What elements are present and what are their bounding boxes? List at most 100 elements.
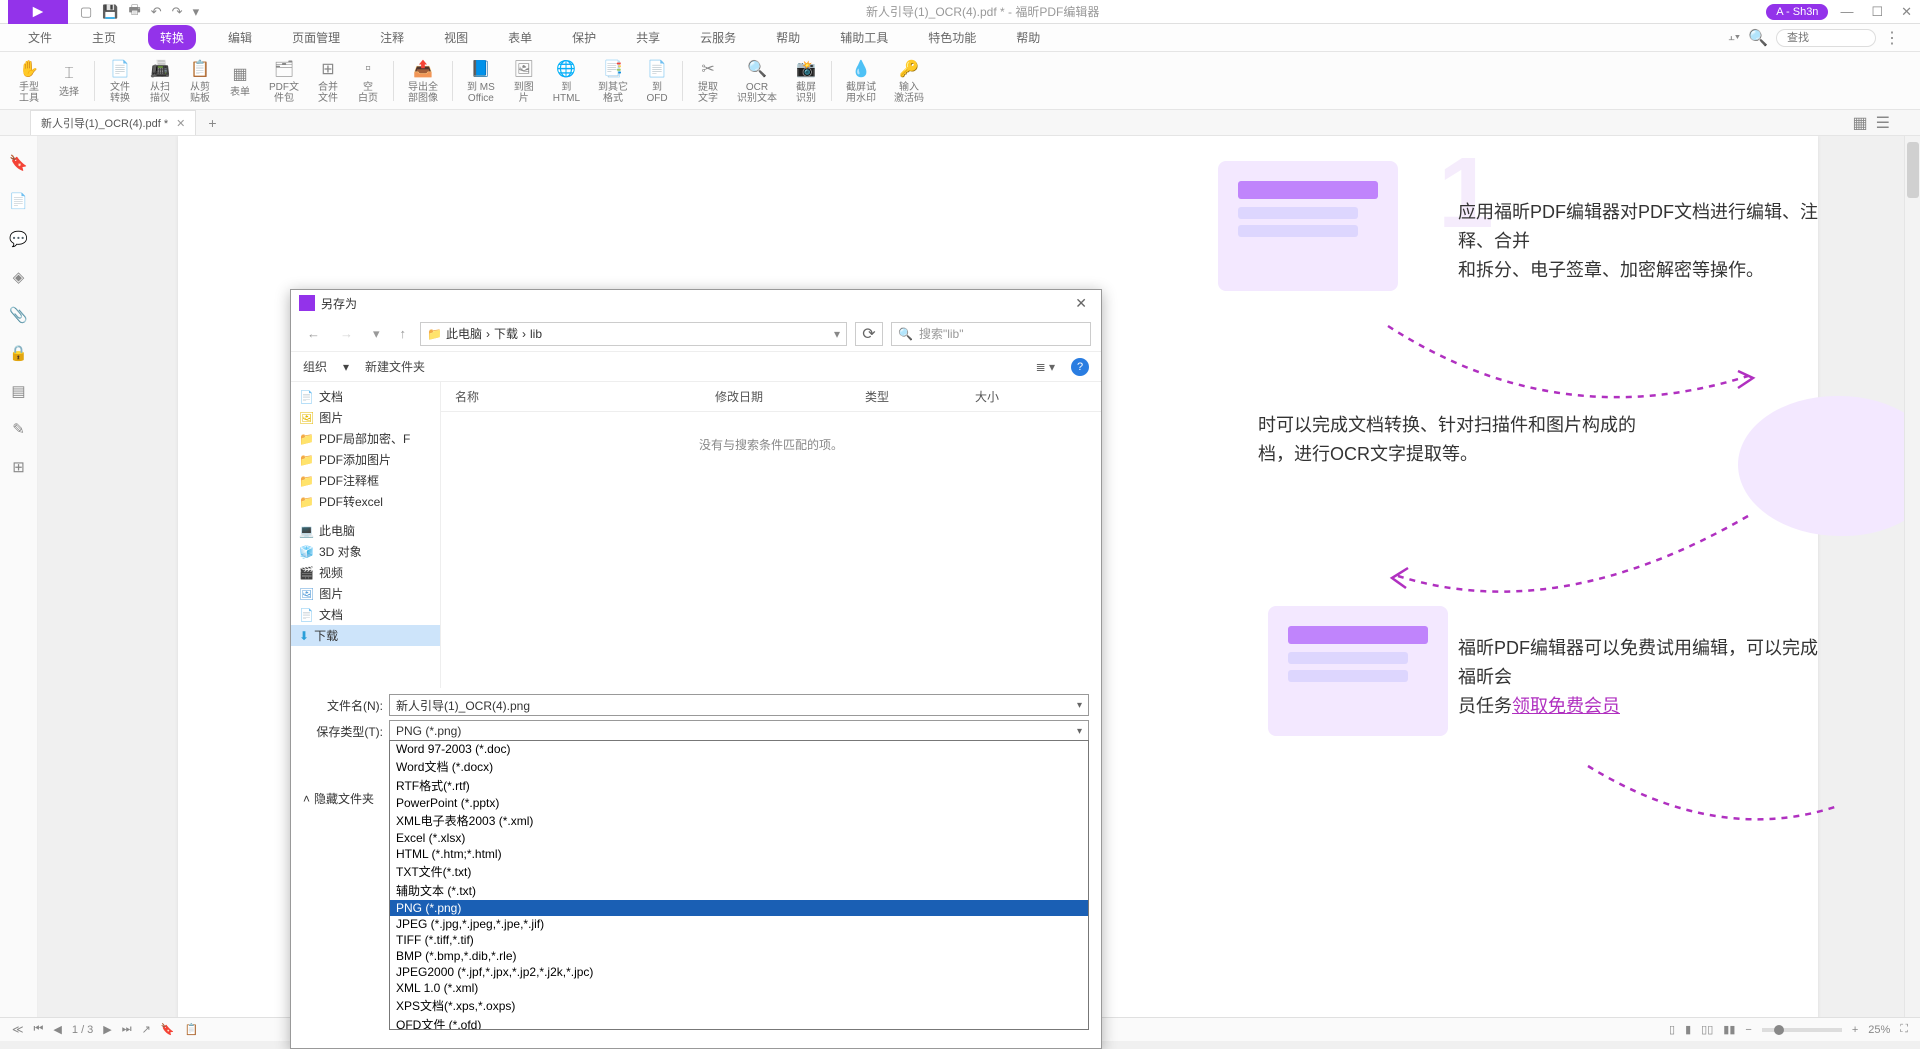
menu-protect[interactable]: 保护 — [564, 25, 604, 50]
tool-form[interactable]: ▦表单 — [221, 61, 259, 100]
tool-hand[interactable]: ✋手型 工具 — [10, 56, 48, 106]
tool-pdffile[interactable]: 🗂PDF文 件包 — [261, 56, 307, 106]
last-page-icon[interactable]: ⏭ — [122, 1023, 132, 1036]
fields-icon[interactable]: ▤ — [11, 382, 25, 400]
maximize-icon[interactable]: ☐ — [1871, 4, 1883, 20]
tool-toimg[interactable]: 🖼到图 片 — [505, 56, 543, 106]
tool-clipboard[interactable]: 📋从剪 贴板 — [181, 56, 219, 106]
dialog-search[interactable]: 🔍 搜索"lib" — [891, 322, 1091, 346]
menu-assist[interactable]: 辅助工具 — [832, 25, 896, 50]
tree-pics2[interactable]: 🖼图片 — [291, 583, 440, 604]
tool-convert[interactable]: 📄文件 转换 — [101, 56, 139, 106]
save-icon[interactable]: 💾 — [102, 4, 118, 20]
search-input[interactable] — [1776, 29, 1876, 47]
user-badge[interactable]: A - Sh3n — [1766, 4, 1828, 20]
nav-fwd-icon[interactable]: → — [334, 323, 359, 344]
savetype-option[interactable]: PNG (*.png) — [390, 900, 1088, 916]
two-continuous-icon[interactable]: ▮▮ — [1723, 1023, 1735, 1036]
tool-toother[interactable]: 📑到其它 格式 — [590, 56, 636, 106]
savetype-option[interactable]: PowerPoint (*.pptx) — [390, 795, 1088, 811]
menu-file[interactable]: 文件 — [20, 25, 60, 50]
file-list-header[interactable]: 名称 修改日期 类型 大小 — [441, 382, 1101, 412]
menu-view[interactable]: 视图 — [436, 25, 476, 50]
dialog-titlebar[interactable]: 另存为 ✕ — [291, 290, 1101, 316]
tree-pdf-partial[interactable]: 📁PDF局部加密、F — [291, 428, 440, 449]
tree-download[interactable]: ⬇下载 — [291, 625, 440, 646]
tool-extract[interactable]: ✂提取 文字 — [689, 56, 727, 106]
file-list[interactable]: 名称 修改日期 类型 大小 没有与搜索条件匹配的项。 — [441, 382, 1101, 688]
menu-edit[interactable]: 编辑 — [220, 25, 260, 50]
goto-icon[interactable]: ↗ — [142, 1023, 151, 1036]
redo-icon[interactable]: ↷ — [172, 4, 183, 20]
col-type[interactable]: 类型 — [865, 388, 975, 405]
clipboard-status-icon[interactable]: 📋 — [185, 1023, 199, 1036]
collapse-ribbon-icon[interactable]: ⫠▾ — [1728, 31, 1740, 44]
undo-icon[interactable]: ↶ — [151, 4, 162, 20]
savetype-dropdown[interactable]: Word 97-2003 (*.doc)Word文档 (*.docx)RTF格式… — [389, 740, 1089, 1030]
list-view-icon[interactable]: ☰ — [1876, 113, 1890, 133]
prev-page-icon[interactable]: ◀ — [53, 1023, 61, 1036]
organize-button[interactable]: 组织 — [303, 358, 327, 375]
zoom-in-icon[interactable]: + — [1852, 1024, 1858, 1036]
path-seg-2[interactable]: lib — [530, 327, 542, 341]
path-breadcrumb[interactable]: 📁 此电脑 › 下载 › lib ▾ — [420, 322, 847, 346]
attach-icon[interactable]: 📎 — [9, 306, 28, 324]
dialog-close-icon[interactable]: ✕ — [1069, 295, 1093, 312]
path-seg-1[interactable]: 下载 — [494, 325, 518, 342]
savetype-combo[interactable]: PNG (*.png) ▾ — [389, 720, 1089, 742]
savetype-option[interactable]: Excel (*.xlsx) — [390, 830, 1088, 846]
newfolder-button[interactable]: 新建文件夹 — [365, 358, 425, 375]
savetype-option[interactable]: XML 1.0 (*.xml) — [390, 980, 1088, 996]
open-icon[interactable]: ▢ — [80, 4, 92, 20]
tool-tohtml[interactable]: 🌐到 HTML — [545, 56, 588, 106]
bookmark-status-icon[interactable]: 🔖 — [161, 1023, 175, 1036]
tree-docs[interactable]: 📄文档 — [291, 386, 440, 407]
page-indicator[interactable]: 1 / 3 — [72, 1024, 93, 1036]
continuous-icon[interactable]: ▮ — [1685, 1023, 1691, 1036]
refresh-icon[interactable]: ⟳ — [855, 322, 883, 346]
hide-folders-toggle[interactable]: ˄ 隐藏文件夹 — [303, 790, 374, 807]
savetype-option[interactable]: HTML (*.htm;*.html) — [390, 846, 1088, 862]
tree-pdf-comment[interactable]: 📁PDF注释框 — [291, 470, 440, 491]
caret-icon[interactable]: ▾ — [1077, 700, 1082, 711]
vertical-scrollbar[interactable] — [1904, 136, 1920, 1017]
col-name[interactable]: 名称 — [455, 388, 715, 405]
tree-3d[interactable]: 🧊3D 对象 — [291, 541, 440, 562]
tool-ocr[interactable]: 🔍OCR 识别文本 — [729, 56, 785, 106]
menu-more-icon[interactable]: ⋮ — [1884, 28, 1900, 48]
menu-pages[interactable]: 页面管理 — [284, 25, 348, 50]
caret-icon[interactable]: ▾ — [1077, 726, 1082, 737]
two-page-icon[interactable]: ▯▯ — [1701, 1023, 1713, 1036]
menu-comment[interactable]: 注释 — [372, 25, 412, 50]
savetype-option[interactable]: XPS文档(*.xps,*.oxps) — [390, 996, 1088, 1015]
tool-select[interactable]: ⌶选择 — [50, 61, 88, 100]
savetype-option[interactable]: 辅助文本 (*.txt) — [390, 881, 1088, 900]
zoom-value[interactable]: 25% — [1868, 1024, 1890, 1036]
tool-screenshot[interactable]: 📸截屏 识别 — [787, 56, 825, 106]
tool-activate[interactable]: 🔑输入 激活码 — [886, 56, 932, 106]
grid-view-icon[interactable]: ▦ — [1853, 113, 1868, 133]
tab-close-icon[interactable]: ✕ — [176, 117, 185, 130]
nav-back-icon[interactable]: ← — [301, 323, 326, 344]
menu-form[interactable]: 表单 — [500, 25, 540, 50]
layers-icon[interactable]: ◈ — [13, 268, 25, 286]
savetype-option[interactable]: BMP (*.bmp,*.dib,*.rle) — [390, 948, 1088, 964]
savetype-option[interactable]: TXT文件(*.txt) — [390, 862, 1088, 881]
tree-docs2[interactable]: 📄文档 — [291, 604, 440, 625]
print-icon[interactable]: 🖶 — [128, 1, 140, 23]
comments-icon[interactable]: 💬 — [9, 230, 28, 248]
tool-msoffice[interactable]: 📘到 MS Office — [459, 56, 503, 106]
tree-video[interactable]: 🎬视频 — [291, 562, 440, 583]
nav-dropdown-icon[interactable]: ▾ — [367, 323, 386, 345]
menu-home[interactable]: 主页 — [84, 25, 124, 50]
tool-scan[interactable]: 📠从扫 描仪 — [141, 56, 179, 106]
path-caret-icon[interactable]: ▾ — [834, 327, 840, 341]
path-seg-root[interactable]: 此电脑 — [446, 325, 482, 342]
col-date[interactable]: 修改日期 — [715, 388, 865, 405]
savetype-option[interactable]: OFD文件 (*.ofd) — [390, 1015, 1088, 1030]
tree-pdf-excel[interactable]: 📁PDF转excel — [291, 491, 440, 512]
menu-help[interactable]: 帮助 — [768, 25, 808, 50]
fullscreen-icon[interactable]: ⛶ — [1900, 1023, 1908, 1036]
pages-icon[interactable]: 📄 — [9, 192, 28, 210]
add-tab-icon[interactable]: + — [208, 115, 216, 131]
